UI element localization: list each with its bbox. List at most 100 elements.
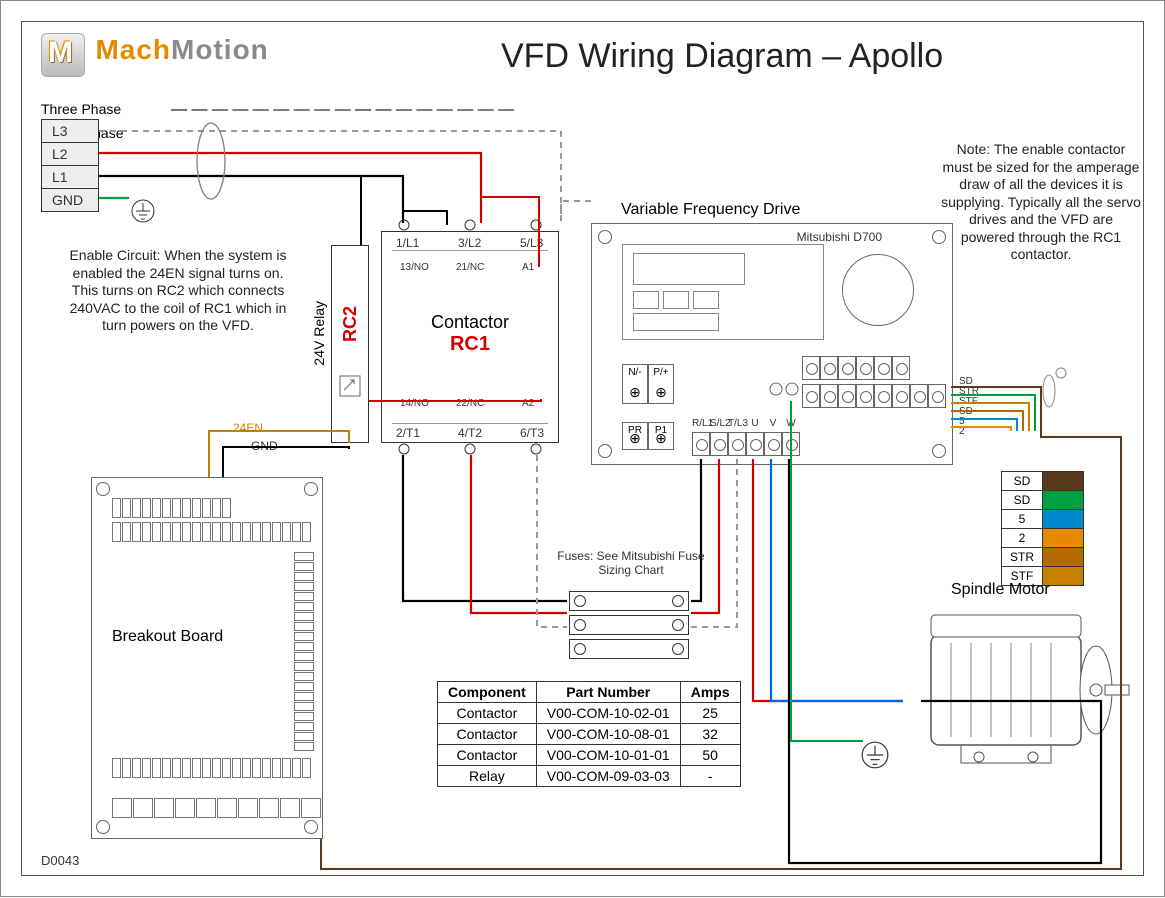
legend-row: SD [1002,472,1043,491]
contactor-title: Contactor [382,312,558,333]
vfd-signal-labels: SD STR STF SD 5 2 [959,377,979,437]
vfd-term-v: V [764,418,782,429]
vfd-term-p1: P1 [648,422,674,450]
vfd-term-pr: PR [622,422,648,450]
contactor-term-4t2: 4/T2 [458,426,482,440]
vfd-knob-icon [842,254,914,326]
relay-rc2: RC2 [331,245,369,443]
vfd-unit: Mitsubishi D700 N/- P/+ PR P1 [591,223,953,465]
legend-row: 2 [1002,529,1043,548]
vfd-model: Mitsubishi D700 [797,230,882,244]
breakout-board: Breakout Board [91,477,323,839]
fuse-block [569,591,689,663]
logo-text-2: Motion [171,34,269,65]
fuse-caption: Fuses: See Mitsubishi Fuse Sizing Chart [541,549,721,577]
legend-row: STR [1002,548,1043,567]
legend-swatch [1043,472,1084,491]
ground-icon [131,199,155,223]
relay-arrow-icon [338,374,362,398]
contactor-term-5l3: 5/L3 [520,236,543,250]
wire-24en-label: 24EN [233,421,263,435]
logo-badge-icon [41,33,85,77]
motor-title: Spindle Motor [951,581,1050,599]
wire-gnd-label: GND [251,439,278,453]
logo-text-1: Mach [95,34,171,65]
screw-icon [96,820,110,834]
terminal-l1: L1 [42,166,98,189]
table-row: RelayV00-COM-09-03-03- [438,766,741,787]
vfd-term-tl3: T/L3 [728,418,746,429]
contactor-term-14no: 14/NO [400,398,429,409]
legend-swatch [1043,529,1084,548]
vfd-signal-row-a [802,356,910,380]
legend-swatch [1043,491,1084,510]
screw-icon [304,820,318,834]
contactor-sizing-note: Note: The enable contactor must be sized… [941,141,1141,264]
contactor-top-studs-icon [382,218,558,232]
contactor-term-6t3: 6/T3 [520,426,544,440]
legend-row: SD [1002,491,1043,510]
legend-swatch [1043,548,1084,567]
vfd-term-rl1: R/L1 [692,418,710,429]
contactor-id: RC1 [382,333,558,356]
screw-icon [932,230,946,244]
vfd-signal-row-b [802,384,946,408]
relay-id: RC2 [340,306,361,342]
contactor-term-1l1: 1/L1 [396,236,419,250]
terminal-l3: L3 [42,120,98,143]
contactor-term-a1: A1 [522,262,534,273]
contactor-term-21nc: 21/NC [456,262,484,273]
legend-row: 5 [1002,510,1043,529]
screw-icon [96,482,110,496]
screw-icon [598,230,612,244]
fuse-icon [569,591,689,611]
three-phase-label: Three Phase [41,101,121,117]
legend-swatch [1043,510,1084,529]
vfd-ground-screws-icon [768,380,800,398]
table-header: Component [438,682,537,703]
screw-icon [932,444,946,458]
pin-header-icon [112,522,311,542]
breakout-title: Breakout Board [112,628,223,646]
vfd-power-row [692,432,800,456]
pin-header-icon [112,498,231,518]
page-title: VFD Wiring Diagram – Apollo [501,37,943,76]
document-id: D0043 [41,853,79,868]
pin-header-icon [112,758,311,778]
contactor-bot-studs-icon [382,442,558,456]
table-header: Part Number [536,682,680,703]
pin-header-icon [112,798,321,818]
vfd-term-sl2: S/L2 [710,418,728,429]
vfd-aux-terminals: PR P1 [622,422,674,450]
contactor-term-22nc: 22/NC [456,398,484,409]
vfd-dc-terminals: N/- P/+ [622,364,674,404]
table-header: Amps [680,682,740,703]
vfd-display-panel [622,244,824,340]
pin-header-icon [294,552,314,751]
fuse-icon [569,615,689,635]
power-terminal-block: L3 L2 L1 GND [41,119,99,212]
spindle-motor-icon [901,605,1131,775]
enable-circuit-note: Enable Circuit: When the system is enabl… [63,247,293,335]
vfd-term-nminus: N/- [622,364,648,404]
table-row: ContactorV00-COM-10-08-0132 [438,724,741,745]
fuse-icon [569,639,689,659]
parts-table: Component Part Number Amps ContactorV00-… [437,681,741,787]
terminal-gnd: GND [42,189,98,211]
vfd-term-pplus: P/+ [648,364,674,404]
ground-icon [861,741,889,769]
screw-icon [304,482,318,496]
vfd-term-w: W [782,418,800,429]
vfd-term-u: U [746,418,764,429]
contactor-term-2t1: 2/T1 [396,426,420,440]
contactor-term-3l2: 3/L2 [458,236,481,250]
contactor-term-a2: A2 [522,398,534,409]
vfd-heading: Variable Frequency Drive [621,201,800,219]
contactor-term-13no: 13/NO [400,262,429,273]
terminal-l2: L2 [42,143,98,166]
screw-icon [598,444,612,458]
logo: MachMotion [41,33,269,77]
contactor-rc1: 1/L1 3/L2 5/L3 13/NO 21/NC A1 Contactor … [381,231,559,443]
table-row: ContactorV00-COM-10-02-0125 [438,703,741,724]
table-row: ContactorV00-COM-10-01-0150 [438,745,741,766]
